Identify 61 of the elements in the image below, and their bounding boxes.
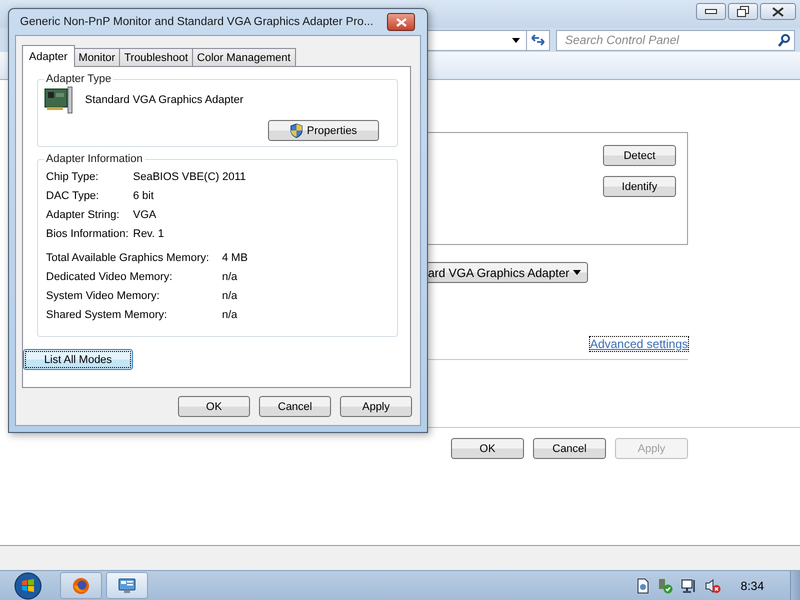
close-icon bbox=[396, 18, 406, 26]
graphics-card-icon bbox=[44, 85, 74, 115]
close-button[interactable] bbox=[387, 13, 415, 31]
start-orb-icon bbox=[14, 572, 42, 600]
search-field[interactable]: Search Control Panel bbox=[556, 30, 795, 50]
browser-icon bbox=[72, 576, 90, 594]
dialog-button[interactable]: OK bbox=[178, 396, 250, 417]
clock[interactable]: 8:34 bbox=[740, 578, 764, 592]
restore-icon bbox=[737, 6, 749, 17]
advanced-settings-link[interactable]: Advanced settings bbox=[590, 337, 688, 351]
memory-value: n/a bbox=[222, 271, 238, 283]
taskbar-button[interactable] bbox=[106, 572, 148, 599]
tab[interactable]: Adapter bbox=[22, 45, 75, 67]
shield-icon bbox=[290, 123, 303, 138]
info-value: Rev. 1 bbox=[133, 228, 165, 240]
info-value: SeaBIOS VBE(C) 2011 bbox=[133, 171, 247, 183]
network-icon[interactable] bbox=[680, 578, 697, 594]
info-value: VGA bbox=[133, 209, 158, 221]
memory-label: Shared System Memory: bbox=[46, 309, 168, 321]
close-button[interactable] bbox=[760, 3, 796, 20]
memory-value: n/a bbox=[222, 290, 238, 302]
refresh-icon bbox=[531, 34, 545, 46]
list-all-modes-button[interactable]: List All Modes bbox=[23, 349, 133, 370]
info-label: Bios Information: bbox=[46, 228, 130, 240]
memory-label: Total Available Graphics Memory: bbox=[46, 252, 210, 264]
muted-speaker-icon[interactable] bbox=[704, 578, 721, 594]
properties-button[interactable]: Properties bbox=[268, 120, 379, 141]
group-heading: Adapter Information bbox=[45, 153, 144, 165]
search-icon bbox=[778, 34, 790, 46]
device-check-icon[interactable] bbox=[656, 578, 673, 594]
side-button[interactable]: Detect bbox=[603, 145, 676, 166]
dropdown-arrow-icon bbox=[512, 38, 520, 42]
dialog-button[interactable]: Apply bbox=[340, 396, 412, 417]
memory-label: Dedicated Video Memory: bbox=[46, 271, 174, 283]
memory-value: 4 MB bbox=[222, 252, 249, 264]
memory-label: System Video Memory: bbox=[46, 290, 161, 302]
document-icon[interactable] bbox=[636, 578, 649, 594]
restore-button[interactable] bbox=[728, 3, 758, 20]
dialog-button[interactable]: OK bbox=[451, 438, 524, 459]
info-label: Chip Type: bbox=[46, 171, 100, 183]
dialog-button[interactable]: Cancel bbox=[259, 396, 331, 417]
info-label: DAC Type: bbox=[46, 190, 100, 202]
adapter-name: Standard VGA Graphics Adapter bbox=[85, 94, 244, 106]
tab[interactable]: Monitor bbox=[74, 48, 120, 66]
display-settings-icon bbox=[118, 578, 136, 594]
dialog-title: Generic Non-PnP Monitor and Standard VGA Graphics Adapter Pro... bbox=[20, 16, 374, 28]
minimize-button[interactable] bbox=[696, 3, 726, 20]
minimize-icon bbox=[705, 9, 717, 14]
tab[interactable]: Troubleshoot bbox=[119, 48, 194, 66]
adapter-dropdown[interactable]: ard VGA Graphics Adapter bbox=[428, 262, 588, 283]
info-value: 6 bit bbox=[133, 190, 155, 202]
side-button[interactable]: Identify bbox=[603, 176, 676, 197]
dialog-button[interactable]: Cancel bbox=[533, 438, 606, 459]
memory-value: n/a bbox=[222, 309, 238, 321]
refresh-button[interactable] bbox=[526, 30, 550, 50]
tab[interactable]: Color Management bbox=[192, 48, 296, 66]
info-label: Adapter String: bbox=[46, 209, 120, 221]
close-icon bbox=[772, 6, 784, 16]
taskbar-button[interactable] bbox=[60, 572, 102, 599]
group-heading: Adapter Type bbox=[45, 73, 112, 85]
dropdown-arrow-icon bbox=[573, 270, 581, 275]
